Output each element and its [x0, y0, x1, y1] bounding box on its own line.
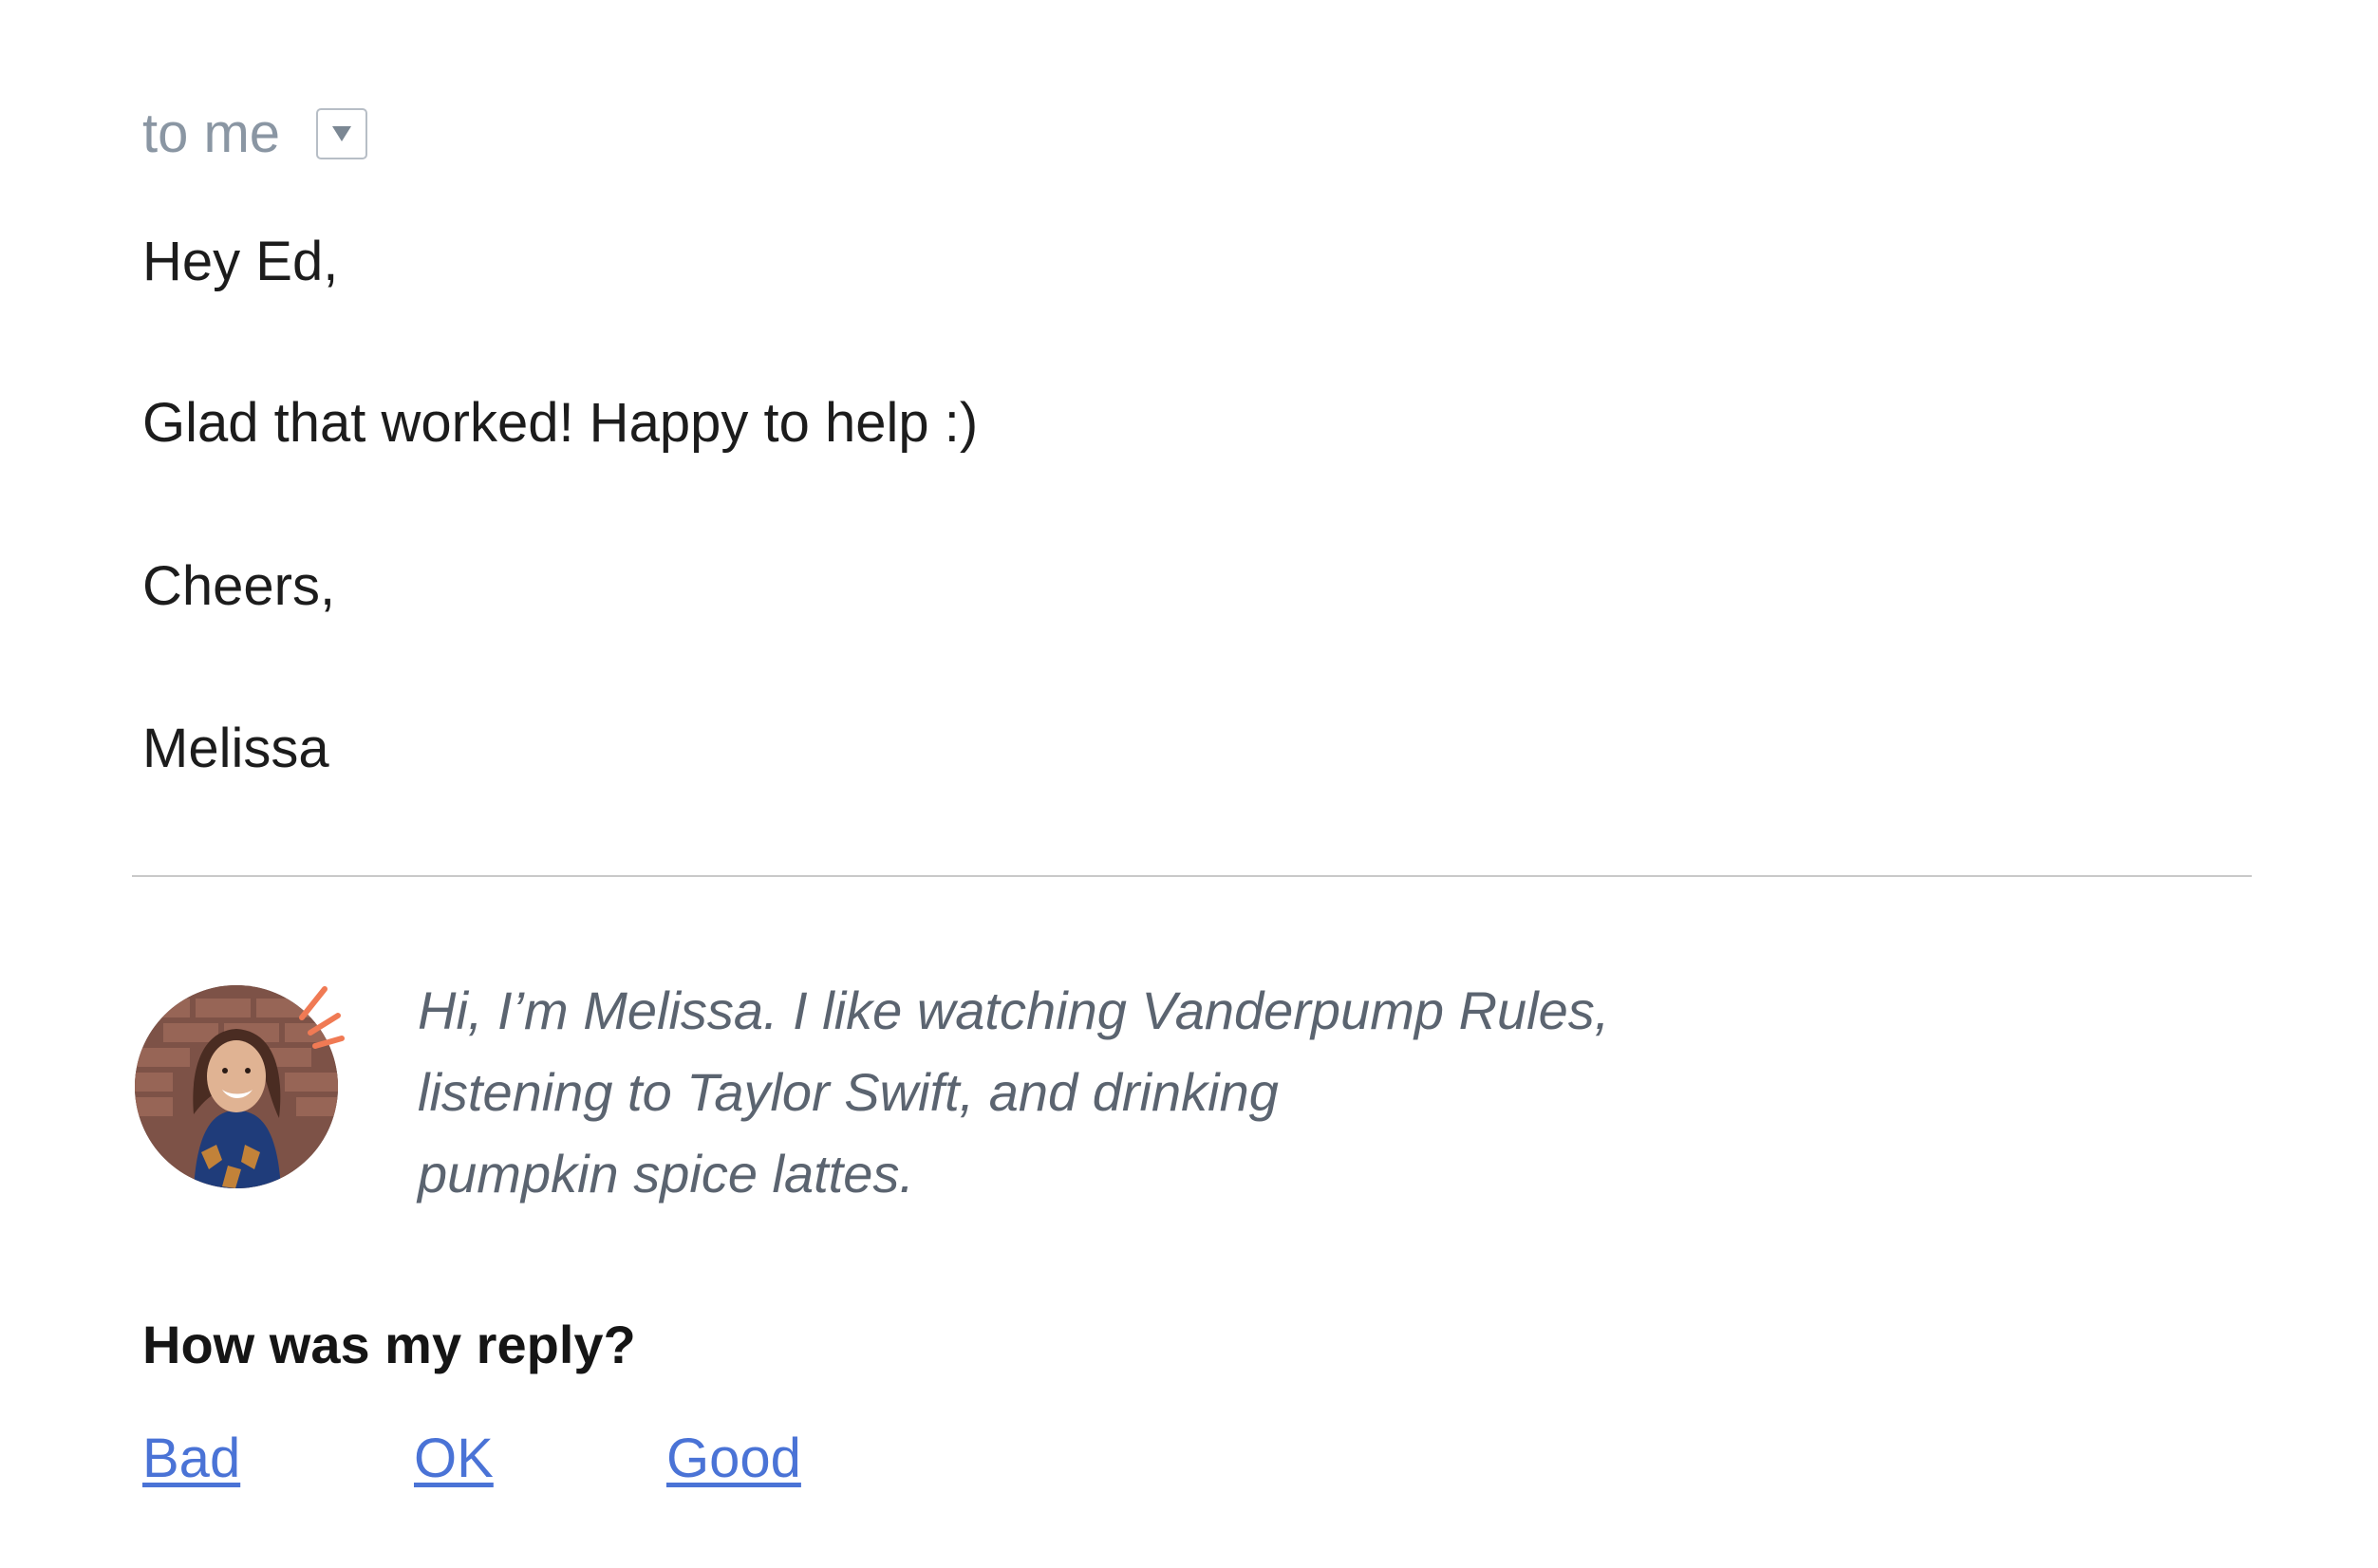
recipient-text: to me	[142, 103, 281, 164]
signature-divider	[132, 875, 2252, 877]
recipient-row: to me	[142, 103, 368, 164]
bio-line: listening to Taylor Swift, and drinking	[418, 1062, 1279, 1122]
chevron-down-icon	[332, 126, 352, 141]
bio-line: Hi, I’m Melissa. I like watching Vanderp…	[418, 980, 1610, 1040]
bio-line: pumpkin spice lattes.	[418, 1144, 914, 1204]
signature-bio: Hi, I’m Melissa. I like watching Vanderp…	[418, 970, 1842, 1215]
rating-ok-link[interactable]: OK	[414, 1428, 494, 1490]
signature-avatar-group	[135, 983, 346, 1192]
recipient-details-button[interactable]	[316, 108, 368, 159]
rating-good-link[interactable]: Good	[666, 1428, 801, 1490]
feedback-title: How was my reply?	[142, 1315, 636, 1374]
email-greeting: Hey Ed,	[142, 231, 339, 292]
email-body: Glad that worked! Happy to help :)	[142, 392, 979, 454]
email-closing: Cheers,	[142, 555, 336, 617]
email-signature-name: Melissa	[142, 718, 329, 779]
spark-icon	[299, 986, 345, 1049]
rating-bad-link[interactable]: Bad	[142, 1428, 240, 1490]
